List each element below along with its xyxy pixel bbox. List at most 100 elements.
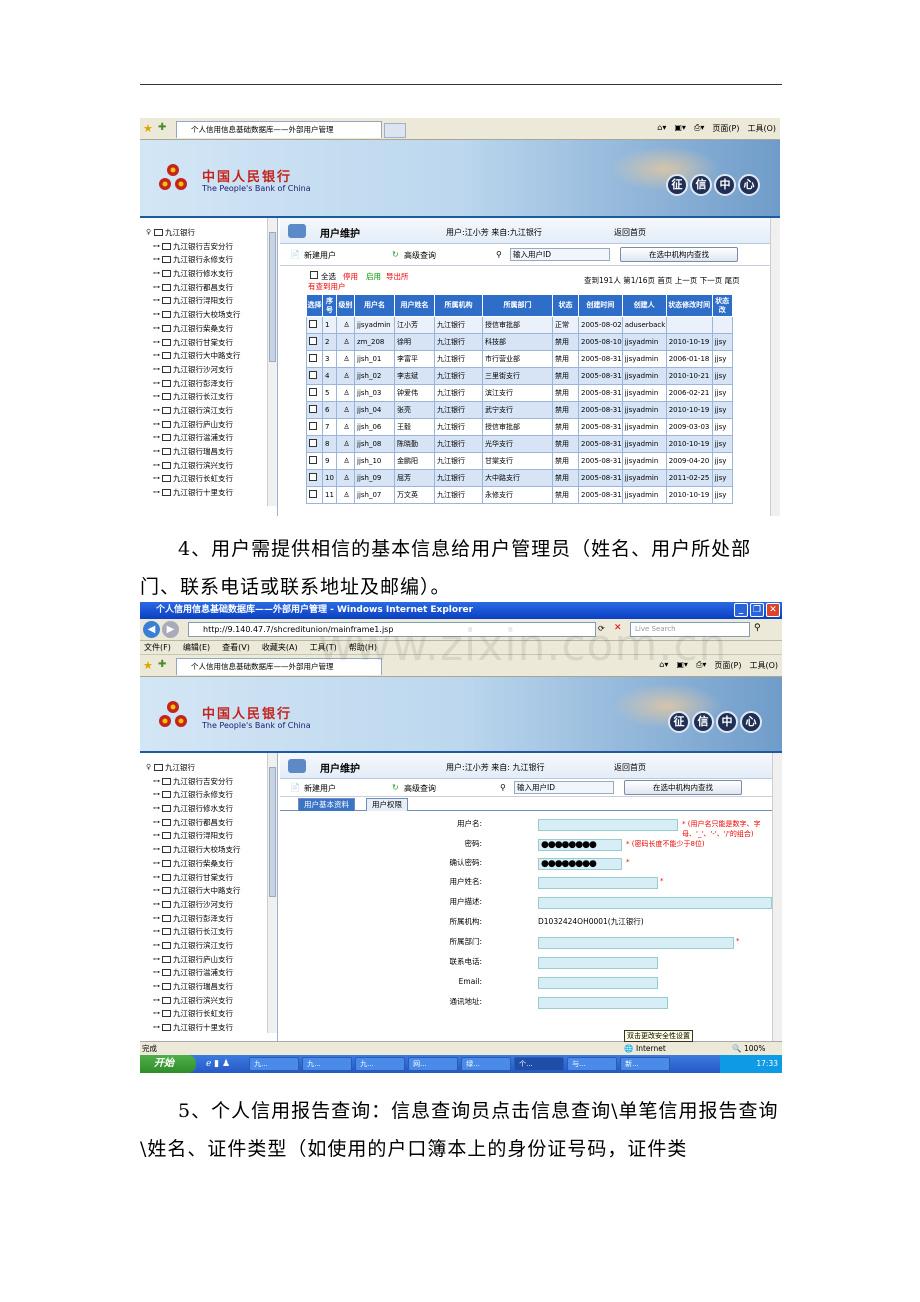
search-icon[interactable]: ⚲ xyxy=(754,623,761,633)
tree-item[interactable]: 九江银行大中路支行 xyxy=(140,884,277,898)
home-icon[interactable]: ⌂▾ xyxy=(657,123,666,134)
confirm-password-field[interactable]: ●●●●●●●● xyxy=(538,858,622,870)
page-scrollbar[interactable] xyxy=(772,753,782,1041)
realname-field[interactable] xyxy=(538,877,658,889)
tree-item[interactable]: 九江银行大校场支行 xyxy=(140,843,277,857)
table-row[interactable]: 10 ♙ jjsh_09 屈芳 九江银行 大中路支行 禁用 2005-08-31 jjsyadm… xyxy=(306,469,733,487)
tree-scrollbar[interactable] xyxy=(267,753,277,1033)
new-tab-button[interactable] xyxy=(384,123,406,138)
pagination[interactable]: 查到191人 第1/16页 首页 上一页 下一页 尾页 xyxy=(584,275,740,286)
taskbar-button[interactable]: 网... xyxy=(408,1057,459,1071)
favorites-star-icon[interactable]: ★ xyxy=(143,122,153,135)
tree-item[interactable]: 九江银行柴桑支行 xyxy=(140,857,277,871)
table-row[interactable]: 6 ♙ jjsh_04 张亮 九江银行 武宁支行 禁用 2005-08-31 jjsyadmin… xyxy=(306,401,733,419)
table-row[interactable]: 9 ♙ jjsh_10 金鹏阳 九江银行 甘棠支行 禁用 2005-08-31 jjsyadmi… xyxy=(306,452,733,470)
tree-item[interactable]: 九江银行修水支行 xyxy=(140,267,277,281)
advanced-search-button[interactable]: 高级查询 xyxy=(404,250,436,261)
email-field[interactable] xyxy=(538,977,658,989)
username-field[interactable] xyxy=(538,819,678,831)
table-row[interactable]: 5 ♙ jjsh_03 钟爱伟 九江银行 滨江支行 禁用 2005-08-31 jjsyadmi… xyxy=(306,384,733,402)
advanced-search-button[interactable]: 高级查询 xyxy=(404,783,436,794)
tab-permissions[interactable]: 用户权限 xyxy=(366,798,408,811)
tools-menu[interactable]: 工具(O) xyxy=(747,123,776,134)
table-row[interactable]: 11 ♙ jjsh_07 万文英 九江银行 永修支行 禁用 2005-08-31 jjsyadm… xyxy=(306,486,733,504)
tree-item[interactable]: 九江银行湓浦支行 xyxy=(140,431,277,445)
tree-item[interactable]: 九江银行浔阳支行 xyxy=(140,829,277,843)
back-icon[interactable]: ◀ xyxy=(143,621,160,638)
tree-item[interactable]: 九江银行浔阳支行 xyxy=(140,294,277,308)
browser-tab[interactable]: 个人信用信息基础数据库——外部用户管理 xyxy=(176,121,382,138)
tree-item[interactable]: 九江银行甘棠支行 xyxy=(140,336,277,350)
home-link[interactable]: 返回首页 xyxy=(614,762,646,773)
row-checkbox[interactable] xyxy=(306,384,323,402)
row-checkbox[interactable] xyxy=(306,401,323,419)
tree-item[interactable]: 九江银行彭泽支行 xyxy=(140,377,277,391)
tree-item[interactable]: 九江银行湓浦支行 xyxy=(140,966,277,980)
search-in-org-button[interactable]: 在选中机构内查找 xyxy=(624,780,742,795)
start-button[interactable]: 开始 xyxy=(140,1055,196,1073)
tree-item[interactable]: 九江银行柴桑支行 xyxy=(140,322,277,336)
row-checkbox[interactable] xyxy=(306,452,323,470)
tree-item[interactable]: 九江银行大中路支行 xyxy=(140,349,277,363)
restore-button[interactable]: ❐ xyxy=(750,603,764,617)
table-row[interactable]: 7 ♙ jjsh_06 王毅 九江银行 授信审批部 禁用 2005-08-31 jjsyadmi… xyxy=(306,418,733,436)
export-link[interactable]: 导出所 xyxy=(386,271,409,282)
tree-item[interactable]: 九江银行瑞昌支行 xyxy=(140,980,277,994)
tab-basic-info[interactable]: 用户基本资料 xyxy=(298,798,355,811)
table-row[interactable]: 2 ♙ zm_208 徐明 九江银行 科技部 禁用 2005-08-10 jjsyadmin 20… xyxy=(306,333,733,351)
tree-item[interactable]: 九江银行修水支行 xyxy=(140,802,277,816)
taskbar-button[interactable]: 绿... xyxy=(461,1057,512,1071)
page-scrollbar[interactable] xyxy=(770,218,780,516)
tree-item[interactable]: 九江银行吉安分行 xyxy=(140,240,277,254)
row-checkbox[interactable] xyxy=(306,418,323,436)
tree-item[interactable]: 九江银行彭泽支行 xyxy=(140,912,277,926)
tree-item[interactable]: 九江银行十里支行 xyxy=(140,486,277,500)
tree-item[interactable]: 九江银行滨兴支行 xyxy=(140,994,277,1008)
tree-item[interactable]: 九江银行沙河支行 xyxy=(140,898,277,912)
tree-scroll-thumb[interactable] xyxy=(269,767,276,897)
menu-edit[interactable]: 编辑(E) xyxy=(183,641,210,654)
taskbar-button[interactable]: 九... xyxy=(355,1057,406,1071)
table-row[interactable]: 3 ♙ jjsh_01 李富平 九江银行 市行营业部 禁用 2005-08-31 jjsyadm… xyxy=(306,350,733,368)
row-checkbox[interactable] xyxy=(306,435,323,453)
tree-item[interactable]: 九江银行吉安分行 xyxy=(140,775,277,789)
menu-file[interactable]: 文件(F) xyxy=(144,641,171,654)
row-checkbox[interactable] xyxy=(306,316,323,334)
print-icon[interactable]: ⎙▾ xyxy=(694,123,704,134)
zoom-level[interactable]: 100% xyxy=(744,1042,765,1055)
tree-item[interactable]: 九江银行都昌支行 xyxy=(140,816,277,830)
table-row[interactable]: 8 ♙ jjsh_08 陈晓勤 九江银行 光华支行 禁用 2005-08-31 jjsyadmi… xyxy=(306,435,733,453)
user-id-input[interactable]: 输入用户ID xyxy=(514,781,614,794)
user-id-input[interactable]: 输入用户ID xyxy=(510,248,610,261)
tree-item[interactable]: 九江银行滨江支行 xyxy=(140,939,277,953)
taskbar-button[interactable]: 个... xyxy=(514,1057,565,1071)
row-checkbox[interactable] xyxy=(306,333,323,351)
tree-root[interactable]: 九江银行 xyxy=(140,761,277,775)
new-user-button[interactable]: 新建用户 xyxy=(304,250,336,261)
favorites-star-icon[interactable]: ★ xyxy=(143,659,153,672)
tree-item[interactable]: 九江银行庐山支行 xyxy=(140,953,277,967)
tree-item[interactable]: 九江银行甘棠支行 xyxy=(140,871,277,885)
tree-item[interactable]: 九江银行长江支行 xyxy=(140,390,277,404)
phone-field[interactable] xyxy=(538,957,658,969)
address-field[interactable] xyxy=(538,997,668,1009)
feeds-icon[interactable]: ▣▾ xyxy=(674,123,686,134)
menu-view[interactable]: 查看(V) xyxy=(222,641,250,654)
tree-root[interactable]: 九江银行 xyxy=(140,226,277,240)
home-link[interactable]: 返回首页 xyxy=(614,227,646,238)
tree-item[interactable]: 九江银行大校场支行 xyxy=(140,308,277,322)
tree-item[interactable]: 九江银行滨兴支行 xyxy=(140,459,277,473)
new-user-button[interactable]: 新建用户 xyxy=(304,783,336,794)
description-field[interactable] xyxy=(538,897,772,909)
tree-item[interactable]: 九江银行瑞昌支行 xyxy=(140,445,277,459)
tree-scrollbar[interactable] xyxy=(267,218,277,506)
page-menu[interactable]: 页面(P) xyxy=(712,123,739,134)
select-all-checkbox[interactable] xyxy=(310,271,318,281)
add-favorite-icon[interactable]: ✚ xyxy=(158,659,166,670)
tree-item[interactable]: 九江银行庐山支行 xyxy=(140,418,277,432)
row-checkbox[interactable] xyxy=(306,367,323,385)
taskbar-button[interactable]: 与... xyxy=(567,1057,618,1071)
forward-icon[interactable]: ▶ xyxy=(162,621,179,638)
zone-label[interactable]: Internet xyxy=(636,1042,666,1055)
search-in-org-button[interactable]: 在选中机构内查找 xyxy=(620,247,738,262)
